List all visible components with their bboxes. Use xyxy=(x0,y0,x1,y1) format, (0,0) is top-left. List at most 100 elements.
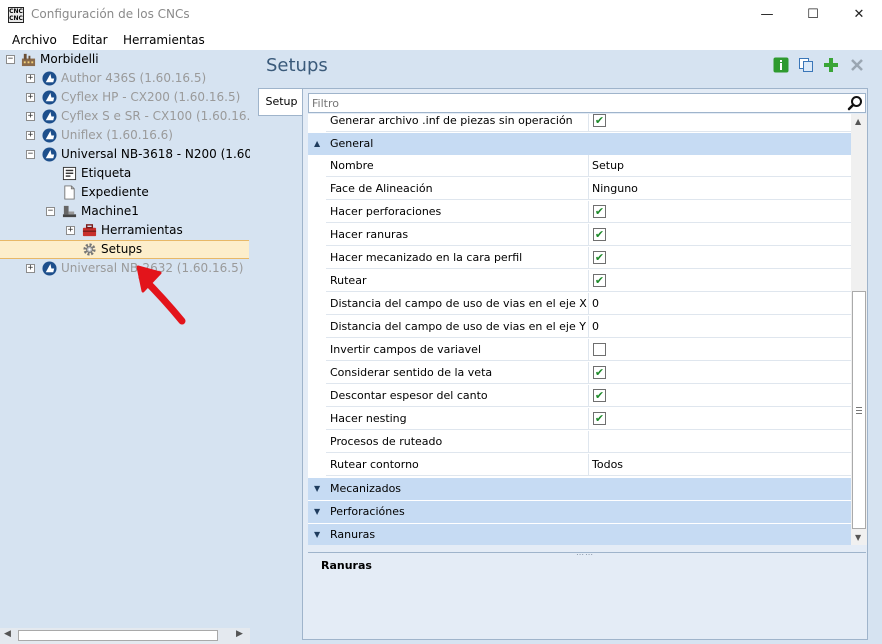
tree-item-herramientas[interactable]: + Herramientas xyxy=(0,221,250,240)
gear-icon xyxy=(83,243,96,256)
maximize-icon: ☐ xyxy=(807,7,819,22)
category-perforaciones[interactable]: ▼ Perforaciónes xyxy=(308,501,851,523)
property-name: Nombre xyxy=(326,155,589,177)
table-row: Procesos de ruteado xyxy=(308,431,851,454)
menu-editar[interactable]: Editar xyxy=(72,33,108,47)
checkbox-checked[interactable]: ✔ xyxy=(593,251,606,264)
search-icon[interactable] xyxy=(847,95,863,111)
minimize-button[interactable]: — xyxy=(744,0,790,30)
chevron-down-icon[interactable]: ▼ xyxy=(314,478,320,500)
filter-box[interactable] xyxy=(308,93,866,113)
property-value[interactable]: Setup xyxy=(589,155,851,177)
maximize-button[interactable]: ☐ xyxy=(790,0,836,30)
category-ranuras[interactable]: ▼ Ranuras xyxy=(308,524,851,545)
property-name: Face de Alineación xyxy=(326,178,589,200)
table-row: Distancia del campo de uso de vias en el… xyxy=(308,293,851,316)
window-title: Configuración de los CNCs xyxy=(31,7,190,21)
tree-item-machine[interactable]: + Author 436S (1.60.16.5) xyxy=(0,69,250,88)
add-icon[interactable] xyxy=(823,57,839,73)
property-value[interactable]: ✔ xyxy=(589,224,851,246)
scroll-thumb[interactable] xyxy=(18,630,218,641)
property-name: Hacer perforaciones xyxy=(326,201,589,223)
checkbox-checked[interactable]: ✔ xyxy=(593,205,606,218)
property-value[interactable]: ✔ xyxy=(589,114,851,132)
tree-item-machine[interactable]: + Uniflex (1.60.16.6) xyxy=(0,126,250,145)
tree-child-label: Machine1 xyxy=(81,204,139,218)
tree-machine-label: Universal NB-3618 - N200 (1.60.... xyxy=(61,147,268,161)
scroll-right-icon[interactable]: ▶ xyxy=(236,629,243,639)
checkbox-checked[interactable]: ✔ xyxy=(593,228,606,241)
checkbox-checked[interactable]: ✔ xyxy=(593,274,606,287)
collapse-icon[interactable]: − xyxy=(26,150,35,159)
category-mecanizados[interactable]: ▼ Mecanizados xyxy=(308,478,851,500)
expand-icon[interactable]: + xyxy=(66,226,75,235)
tree-item-machine[interactable]: + Cyflex HP - CX200 (1.60.16.5) xyxy=(0,88,250,107)
checkbox-checked[interactable]: ✔ xyxy=(593,389,606,402)
property-value[interactable]: 0 xyxy=(589,293,851,315)
close-icon: ✕ xyxy=(853,7,865,22)
chevron-up-icon[interactable]: ▲ xyxy=(314,133,320,155)
property-name: Hacer nesting xyxy=(326,408,589,430)
property-value[interactable]: Todos xyxy=(589,454,851,476)
table-row: Face de Alineación Ninguno xyxy=(308,178,851,201)
property-value[interactable]: ✔ xyxy=(589,270,851,292)
checkbox-unchecked[interactable] xyxy=(593,343,606,356)
checkbox-checked[interactable]: ✔ xyxy=(593,366,606,379)
tree-item-root[interactable]: − Morbidelli xyxy=(0,50,250,69)
tree-machine-label: Cyflex S e SR - CX100 (1.60.16.6) xyxy=(61,109,263,123)
tree-item-etiqueta[interactable]: Etiqueta xyxy=(0,164,250,183)
property-name: Generar archivo .inf de piezas sin opera… xyxy=(326,114,589,132)
collapse-icon[interactable]: − xyxy=(6,55,15,64)
close-button[interactable]: ✕ xyxy=(836,0,882,30)
expand-icon[interactable]: + xyxy=(26,74,35,83)
expand-icon[interactable]: + xyxy=(26,131,35,140)
filter-input[interactable] xyxy=(312,95,832,111)
delete-icon[interactable] xyxy=(849,57,865,73)
info-icon[interactable] xyxy=(773,57,789,73)
tree-item-machine[interactable]: + Cyflex S e SR - CX100 (1.60.16.6) xyxy=(0,107,263,126)
tree-horizontal-scrollbar[interactable]: ◀ ▶ xyxy=(0,628,250,644)
copy-icon[interactable] xyxy=(798,57,814,73)
collapse-icon[interactable]: − xyxy=(46,207,55,216)
property-value[interactable]: 0 xyxy=(589,316,851,338)
tree-item-machine1[interactable]: − Machine1 xyxy=(0,202,250,221)
cnc-machine-icon xyxy=(62,205,77,218)
property-value[interactable]: ✔ xyxy=(589,385,851,407)
tree-machine-label: Author 436S (1.60.16.5) xyxy=(61,71,207,85)
scroll-left-icon[interactable]: ◀ xyxy=(4,629,11,639)
table-row: Hacer ranuras ✔ xyxy=(308,224,851,247)
table-row: Descontar espesor del canto ✔ xyxy=(308,385,851,408)
property-value[interactable] xyxy=(589,339,851,361)
tree-item-machine[interactable]: − Universal NB-3618 - N200 (1.60.... xyxy=(0,145,267,164)
property-value[interactable] xyxy=(589,431,851,453)
chevron-down-icon[interactable]: ▼ xyxy=(314,501,320,523)
machine-logo-icon xyxy=(42,147,57,162)
scroll-up-icon[interactable]: ▲ xyxy=(855,117,861,126)
property-value[interactable]: ✔ xyxy=(589,201,851,223)
cnc-app-icon: CNC CNC xyxy=(8,7,24,23)
expand-icon[interactable]: + xyxy=(26,264,35,273)
scroll-thumb[interactable] xyxy=(852,291,866,529)
property-name: Rutear xyxy=(326,270,589,292)
tree-child-label: Etiqueta xyxy=(81,166,132,180)
property-value[interactable]: ✔ xyxy=(589,408,851,430)
machine-logo-icon xyxy=(42,71,57,86)
expand-icon[interactable]: + xyxy=(26,112,35,121)
tab-setup[interactable]: Setup xyxy=(258,88,304,116)
property-value[interactable]: ✔ xyxy=(589,247,851,269)
category-label: Mecanizados xyxy=(330,482,402,495)
property-value[interactable]: Ninguno xyxy=(589,178,851,200)
tree-item-expediente[interactable]: Expediente xyxy=(0,183,250,202)
factory-icon xyxy=(21,53,36,67)
checkbox-checked[interactable]: ✔ xyxy=(593,412,606,425)
menu-herramientas[interactable]: Herramientas xyxy=(123,33,205,47)
expand-icon[interactable]: + xyxy=(26,93,35,102)
scroll-down-icon[interactable]: ▼ xyxy=(855,533,861,542)
menu-archivo[interactable]: Archivo xyxy=(12,33,57,47)
category-general[interactable]: ▲ General xyxy=(308,133,851,155)
resize-grip-icon[interactable]: ⋯⋯ xyxy=(576,550,594,559)
checkbox-checked[interactable]: ✔ xyxy=(593,114,606,127)
chevron-down-icon[interactable]: ▼ xyxy=(314,524,320,545)
table-row: Generar archivo .inf de piezas sin opera… xyxy=(308,114,851,133)
property-value[interactable]: ✔ xyxy=(589,362,851,384)
